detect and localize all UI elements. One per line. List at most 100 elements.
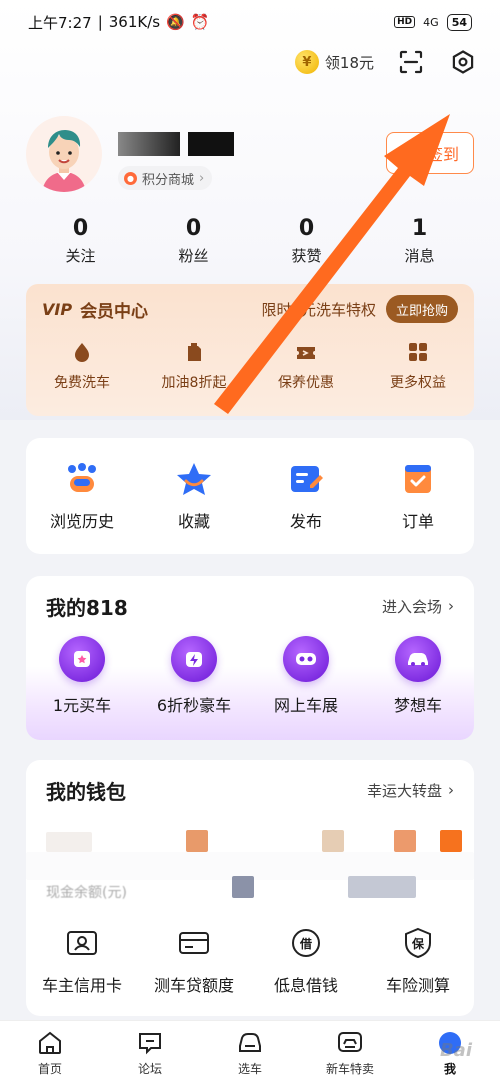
p818-item-dream-car[interactable]: 梦想车 [362, 636, 474, 716]
watermark: Bai [439, 1040, 472, 1061]
car-select-icon [236, 1029, 264, 1057]
tab-label: 我 [443, 1061, 456, 1076]
settings-button[interactable] [448, 47, 478, 77]
redaction-block [186, 830, 208, 852]
quick-favorites[interactable]: 收藏 [138, 460, 250, 532]
vip-buy-button[interactable]: 立即抢购 [385, 295, 458, 323]
status-bar: 上午7:27 | 361K/s 🔕 ⏰ HD 4G 54 [0, 0, 500, 44]
tab-new-car-sale[interactable]: 新车特卖 [300, 1021, 400, 1084]
p818-item-online-show[interactable]: 网上车展 [250, 636, 362, 716]
wallet-loan-limit[interactable]: 测车贷额度 [138, 926, 250, 996]
p818-item-flash-car[interactable]: 6折秒豪车 [138, 636, 250, 716]
stat-label: 粉丝 [178, 247, 209, 265]
order-icon [399, 460, 437, 498]
vip-item-label: 免费洗车 [54, 375, 110, 391]
vip-item-label: 保养优惠 [278, 375, 334, 391]
borrow-glyph: 借 [299, 936, 312, 951]
tab-label: 新车特卖 [325, 1061, 374, 1076]
lucky-wheel-link[interactable]: 幸运大转盘 › [367, 780, 454, 801]
wallet-credit-card[interactable]: 车主信用卡 [26, 926, 138, 996]
username-redacted [118, 132, 234, 156]
stat-number: 1 [411, 216, 428, 241]
quick-history[interactable]: 浏览历史 [26, 460, 138, 532]
coin-reward-button[interactable]: ¥ 领18元 [294, 50, 374, 74]
redaction-block [232, 876, 254, 898]
wallet-insurance[interactable]: 保 车险测算 [362, 926, 474, 996]
settings-hexagon-icon [452, 50, 474, 74]
car-wash-icon [70, 340, 94, 364]
quick-label: 发布 [289, 512, 322, 531]
tab-forum[interactable]: 论坛 [100, 1021, 200, 1084]
coin-reward-label: 领18元 [324, 53, 374, 72]
vip-promo-text: 限时6元洗车特权 [261, 300, 376, 319]
tab-label: 选车 [237, 1061, 262, 1076]
bottom-tab-bar: 首页 论坛 选车 新车特卖 我 [0, 1020, 500, 1084]
vip-item-more[interactable]: 更多权益 [362, 340, 474, 392]
stat-following[interactable]: 0 关注 [24, 216, 137, 266]
stat-label: 关注 [65, 247, 96, 265]
tab-label: 首页 [37, 1061, 62, 1076]
coin-icon: ¥ [294, 50, 319, 74]
p818-label: 1元买车 [52, 696, 112, 715]
tab-home[interactable]: 首页 [0, 1021, 100, 1084]
quick-label: 浏览历史 [49, 512, 114, 531]
p818-item-buy-car[interactable]: 1元买车 [26, 636, 138, 716]
grid-icon [406, 340, 430, 364]
quick-actions-card: 浏览历史 收藏 发布 订单 [26, 438, 474, 554]
stat-messages[interactable]: 1 消息 [363, 216, 476, 266]
redaction-block [348, 876, 416, 898]
scan-button[interactable] [396, 47, 426, 77]
vip-item-label: 加油8折起 [161, 375, 227, 391]
history-icon [63, 460, 101, 498]
tab-label: 论坛 [137, 1061, 162, 1076]
star-icon [175, 460, 213, 498]
vip-center-card[interactable]: VIP 会员中心 限时6元洗车特权 立即抢购 免费洗车 加油8折起 保养优惠 更… [26, 284, 474, 416]
borrow-icon: 借 [289, 926, 323, 960]
chevron-right-icon: › [199, 170, 205, 186]
vip-item-maintenance[interactable]: 保养优惠 [250, 340, 362, 392]
avatar[interactable] [26, 116, 102, 192]
stat-likes[interactable]: 0 获赞 [250, 216, 363, 266]
redaction-block [322, 830, 344, 852]
p818-label: 梦想车 [393, 696, 442, 715]
stat-number: 0 [185, 216, 202, 241]
stat-number: 0 [72, 216, 89, 241]
quick-publish[interactable]: 发布 [250, 460, 362, 532]
battery-icon: 54 [446, 13, 472, 31]
points-mall-button[interactable]: ● 积分商城 › [118, 166, 213, 190]
edit-icon [287, 460, 325, 498]
quick-orders[interactable]: 订单 [362, 460, 474, 532]
my-818-card: 我的818 进入会场 › 1元买车 6折秒豪车 网上车展 梦想车 [26, 576, 474, 740]
stat-number: 0 [298, 216, 315, 241]
tab-select-car[interactable]: 选车 [200, 1021, 300, 1084]
redaction-block [440, 830, 462, 852]
wallet-borrow[interactable]: 借 低息借钱 [250, 926, 362, 996]
card-title: 我的818 [46, 595, 128, 620]
stat-followers[interactable]: 0 粉丝 [137, 216, 250, 266]
ticket-icon [294, 340, 318, 364]
wallet-label: 测车贷额度 [153, 976, 234, 995]
card-title: 我的钱包 [46, 779, 126, 804]
redaction-block [188, 132, 234, 156]
quick-label: 订单 [401, 512, 434, 531]
vip-item-car-wash[interactable]: 免费洗车 [26, 340, 138, 392]
vr-icon [283, 636, 329, 682]
wallet-label: 车主信用卡 [41, 976, 122, 995]
mute-icon: 🔕 [166, 13, 185, 31]
wallet-card: 我的钱包 幸运大转盘 › 现金余额(元) 车主信用卡 测车贷额度 借 低息借钱 … [26, 760, 474, 1016]
profile-stats: 0 关注 0 粉丝 0 获赞 1 消息 [24, 216, 476, 266]
avatar-illustration-icon [26, 116, 102, 192]
fuel-can-icon [182, 340, 206, 364]
enter-venue-link[interactable]: 进入会场 › [382, 596, 454, 617]
sign-in-button[interactable]: 签到 [386, 132, 474, 174]
chevron-right-icon: › [448, 597, 454, 615]
hd-icon: HD [394, 16, 416, 28]
vip-logo: VIP [42, 299, 73, 319]
p818-label: 网上车展 [273, 696, 338, 715]
redaction-block [118, 132, 180, 156]
stat-label: 获赞 [291, 247, 322, 265]
balance-label: 现金余额(元) [46, 885, 127, 901]
vip-item-fuel[interactable]: 加油8折起 [138, 340, 250, 392]
chevron-right-icon: › [448, 781, 454, 799]
vip-title: 会员中心 [80, 301, 149, 322]
